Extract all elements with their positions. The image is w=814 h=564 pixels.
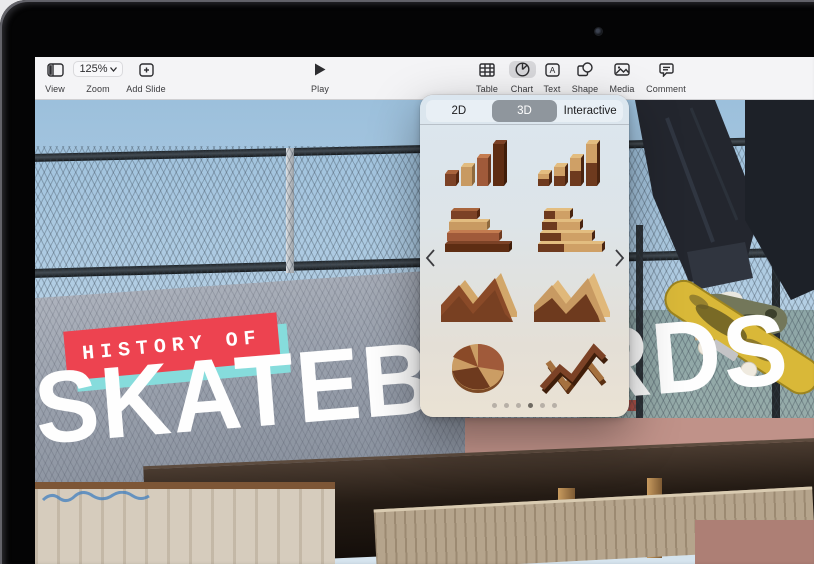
3d-stacked-bar-chart-graphic (532, 204, 610, 258)
view-button[interactable]: View (37, 61, 73, 96)
table-label: Table (476, 84, 498, 94)
3d-column-chart-graphic (439, 136, 517, 190)
chart-thumbnail-grid (432, 131, 617, 399)
chart-type-segmented-control: 2D 3D Interactive (426, 100, 623, 122)
thumbnail-3d-pie-chart[interactable] (435, 337, 521, 397)
thumbnail-3d-column-chart[interactable] (435, 133, 521, 193)
add-slide-label: Add Slide (126, 84, 165, 94)
play-label: Play (311, 84, 329, 94)
3d-area-chart-graphic (439, 272, 517, 326)
page-dot-2[interactable] (504, 403, 509, 408)
popover-divider (420, 124, 629, 125)
keynote-screen: View 125% Zoom Add Slide Play (35, 57, 814, 564)
skatepark-ground-corner (695, 520, 814, 564)
page-dot-4[interactable] (528, 403, 533, 408)
thumbnail-3d-stacked-bar-chart[interactable] (528, 201, 614, 261)
front-camera-dot (594, 27, 603, 36)
thumbnail-3d-bar-chart[interactable] (435, 201, 521, 261)
ipad-device-frame: View 125% Zoom Add Slide Play (0, 0, 814, 564)
page-dots (420, 403, 629, 408)
thumbnail-3d-line-chart[interactable] (528, 337, 614, 397)
shape-icon (577, 61, 593, 78)
plywood-box (35, 482, 335, 564)
3d-stacked-column-chart-graphic (532, 136, 610, 190)
tab-interactive[interactable]: Interactive (557, 100, 623, 122)
media-photo-icon (614, 61, 630, 78)
zoom-value: 125% (73, 61, 122, 77)
comment-label: Comment (646, 84, 686, 94)
zoom-label: Zoom (86, 84, 109, 94)
add-slide-icon (139, 61, 154, 78)
table-icon (479, 61, 495, 78)
tab-3d[interactable]: 3D (492, 100, 558, 122)
view-label: View (45, 84, 65, 94)
3d-stacked-area-chart-graphic (532, 272, 610, 326)
comment-bubble-icon (659, 61, 674, 78)
page-dot-3[interactable] (516, 403, 521, 408)
chevron-right-icon (614, 248, 625, 268)
shape-label: Shape (572, 84, 599, 94)
3d-bar-chart-graphic (439, 204, 517, 258)
previous-page-chevron[interactable] (421, 245, 439, 271)
zoom-percentage: 125% (79, 63, 107, 75)
tab-2d[interactable]: 2D (426, 100, 492, 122)
zoom-button[interactable]: 125% Zoom (75, 61, 121, 96)
play-icon (314, 61, 326, 78)
media-label: Media (609, 84, 634, 94)
chart-label: Chart (511, 84, 534, 94)
play-button[interactable]: Play (302, 61, 338, 96)
3d-pie-chart-graphic (439, 340, 517, 394)
page-dot-5[interactable] (540, 403, 545, 408)
view-sidebar-icon (47, 61, 64, 78)
text-icon: A (545, 61, 560, 78)
3d-line-chart-graphic (532, 340, 610, 394)
thumbnail-3d-stacked-area-chart[interactable] (528, 269, 614, 329)
svg-text:A: A (549, 65, 555, 75)
thumbnail-3d-area-chart[interactable] (435, 269, 521, 329)
chart-pie-icon (509, 61, 536, 78)
comment-button[interactable]: Comment (637, 61, 695, 96)
thumbnail-3d-stacked-column-chart[interactable] (528, 133, 614, 193)
chevron-left-icon (425, 248, 436, 268)
add-slide-button[interactable]: Add Slide (118, 61, 174, 96)
next-page-chevron[interactable] (610, 245, 628, 271)
page-dot-6[interactable] (552, 403, 557, 408)
keynote-toolbar: View 125% Zoom Add Slide Play (35, 57, 814, 100)
chevron-down-icon (110, 67, 117, 72)
graffiti-scribble (41, 491, 161, 507)
text-label: Text (544, 84, 561, 94)
chart-popover: 2D 3D Interactive (420, 95, 629, 417)
page-dot-1[interactable] (492, 403, 497, 408)
